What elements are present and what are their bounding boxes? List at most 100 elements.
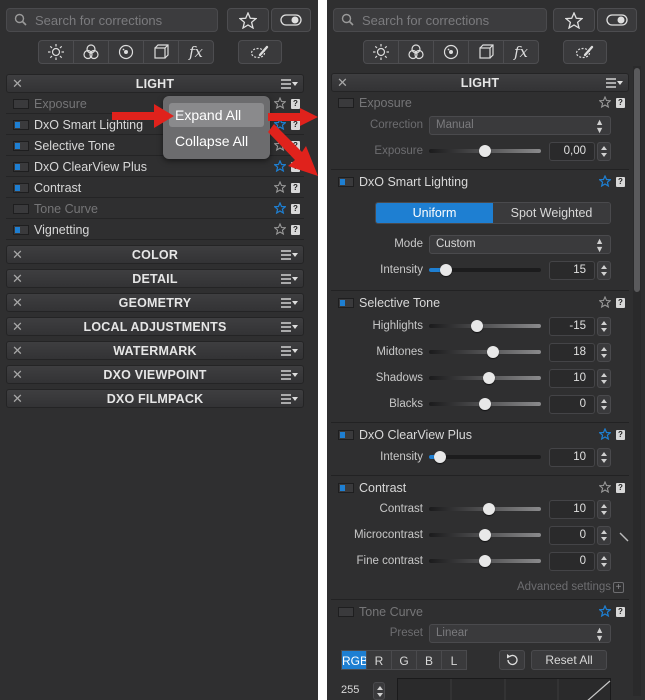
curve-input-value[interactable]: 255 xyxy=(341,684,367,700)
param-slider[interactable] xyxy=(429,320,541,332)
subpalette-checkbox[interactable] xyxy=(13,99,29,109)
palette-header[interactable]: ✕ GEOMETRY xyxy=(6,293,304,312)
selective-tone-subpalette-header[interactable]: Selective Tone ? xyxy=(331,292,629,314)
subpalette-checkbox[interactable] xyxy=(13,183,29,193)
slider-knob[interactable] xyxy=(479,145,491,157)
channel-g-button[interactable]: G xyxy=(391,650,417,670)
search-bar[interactable] xyxy=(333,8,547,32)
clearview-intensity-value[interactable]: 10 xyxy=(549,448,595,467)
tool-local-adjust[interactable] xyxy=(563,40,607,64)
palette-menu-icon[interactable] xyxy=(281,345,299,357)
palette-menu-icon[interactable] xyxy=(281,249,299,261)
param-stepper[interactable] xyxy=(597,343,611,362)
slider-knob[interactable] xyxy=(479,555,491,567)
star-icon[interactable] xyxy=(599,296,611,308)
channel-l-button[interactable]: L xyxy=(441,650,467,670)
collapse-all-menu-item[interactable]: Collapse All xyxy=(169,129,264,153)
palette-menu-icon[interactable] xyxy=(281,78,299,90)
star-icon[interactable] xyxy=(599,96,611,108)
param-value[interactable]: 0 xyxy=(549,552,595,571)
channel-b-button[interactable]: B xyxy=(416,650,442,670)
param-value[interactable]: 10 xyxy=(549,500,595,519)
favorites-button[interactable] xyxy=(553,8,595,32)
help-icon[interactable]: ? xyxy=(291,204,300,214)
help-icon[interactable]: ? xyxy=(616,98,625,108)
param-value[interactable]: -15 xyxy=(549,317,595,336)
channel-rgb-button[interactable]: RGB xyxy=(341,650,368,670)
light-subpalette-row[interactable]: Contrast ? xyxy=(6,178,304,198)
mode-select[interactable]: Custom ▲ ▼ xyxy=(429,235,611,254)
channel-r-button[interactable]: R xyxy=(366,650,392,670)
exposure-stepper[interactable] xyxy=(597,142,611,161)
star-icon[interactable] xyxy=(274,223,286,235)
preset-select[interactable]: Linear ▲ ▼ xyxy=(429,624,611,643)
palette-header[interactable]: ✕ DXO VIEWPOINT xyxy=(6,365,304,384)
star-icon[interactable] xyxy=(599,605,611,617)
palette-scrollbar[interactable] xyxy=(633,66,641,696)
palette-menu-icon[interactable] xyxy=(281,369,299,381)
tone-curve-checkbox[interactable] xyxy=(338,607,354,617)
palette-header[interactable]: ✕ WATERMARK xyxy=(6,341,304,360)
toggle-button[interactable] xyxy=(597,8,637,32)
slider-knob[interactable] xyxy=(486,346,499,358)
subpalette-checkbox[interactable] xyxy=(13,162,29,172)
param-slider[interactable] xyxy=(429,346,541,358)
param-slider[interactable] xyxy=(429,398,541,410)
favorites-button[interactable] xyxy=(227,8,269,32)
param-stepper[interactable] xyxy=(597,552,611,571)
star-icon[interactable] xyxy=(599,481,611,493)
palette-header[interactable]: ✕ COLOR xyxy=(6,245,304,264)
spot-weighted-button[interactable]: Spot Weighted xyxy=(493,203,610,223)
tool-geometry[interactable] xyxy=(143,40,179,64)
subpalette-checkbox[interactable] xyxy=(13,225,29,235)
palette-light-header[interactable]: ✕ LIGHT xyxy=(6,74,304,93)
param-value[interactable]: 0 xyxy=(549,395,595,414)
palette-header[interactable]: ✕ DXO FILMPACK xyxy=(6,389,304,408)
subpalette-checkbox[interactable] xyxy=(13,120,29,130)
clearview-intensity-stepper[interactable] xyxy=(597,448,611,467)
smart-lighting-subpalette-header[interactable]: DxO Smart Lighting ? xyxy=(331,171,629,193)
palette-menu-icon[interactable] xyxy=(281,321,299,333)
palette-light-header[interactable]: ✕ LIGHT xyxy=(331,73,629,92)
param-slider[interactable] xyxy=(429,555,541,567)
tool-detail[interactable] xyxy=(433,40,469,64)
param-value[interactable]: 0 xyxy=(549,526,595,545)
smart-lighting-intensity-stepper[interactable] xyxy=(597,261,611,280)
tone-curve-subpalette-header[interactable]: Tone Curve ? xyxy=(331,601,629,623)
tool-color[interactable] xyxy=(73,40,109,64)
slider-knob[interactable] xyxy=(439,264,452,276)
contrast-checkbox[interactable] xyxy=(338,483,354,493)
slider-knob[interactable] xyxy=(479,398,491,410)
palette-menu-icon[interactable] xyxy=(281,297,299,309)
clearview-subpalette-header[interactable]: DxO ClearView Plus ? xyxy=(331,424,629,446)
help-icon[interactable]: ? xyxy=(616,298,625,308)
param-stepper[interactable] xyxy=(597,500,611,519)
star-icon[interactable] xyxy=(599,175,611,187)
uniform-button[interactable]: Uniform xyxy=(376,203,493,223)
advanced-settings-label[interactable]: Advanced settings xyxy=(427,581,611,593)
star-icon[interactable] xyxy=(599,428,611,440)
expand-all-menu-item[interactable]: Expand All xyxy=(169,103,264,127)
palette-menu-icon[interactable] xyxy=(606,77,624,89)
clearview-intensity-slider[interactable] xyxy=(429,451,541,463)
search-input[interactable] xyxy=(362,11,542,29)
selective-tone-checkbox[interactable] xyxy=(338,298,354,308)
smart-lighting-intensity-value[interactable]: 15 xyxy=(549,261,595,280)
palette-menu-icon[interactable] xyxy=(281,393,299,405)
curve-stepper[interactable] xyxy=(373,682,385,700)
correction-select[interactable]: Manual ▲ ▼ xyxy=(429,116,611,135)
exposure-slider[interactable] xyxy=(429,145,541,157)
tool-geometry[interactable] xyxy=(468,40,504,64)
scrollbar-thumb[interactable] xyxy=(634,68,640,292)
palette-header[interactable]: ✕ DETAIL xyxy=(6,269,304,288)
undo-button[interactable] xyxy=(499,650,525,670)
help-icon[interactable]: ? xyxy=(291,225,300,235)
slider-knob[interactable] xyxy=(483,372,496,384)
param-stepper[interactable] xyxy=(597,369,611,388)
star-icon[interactable] xyxy=(274,181,286,193)
tool-fx[interactable]: fx xyxy=(503,40,539,64)
subpalette-checkbox[interactable] xyxy=(13,141,29,151)
palette-menu-icon[interactable] xyxy=(281,273,299,285)
search-bar[interactable] xyxy=(6,8,218,32)
param-slider[interactable] xyxy=(429,503,541,515)
